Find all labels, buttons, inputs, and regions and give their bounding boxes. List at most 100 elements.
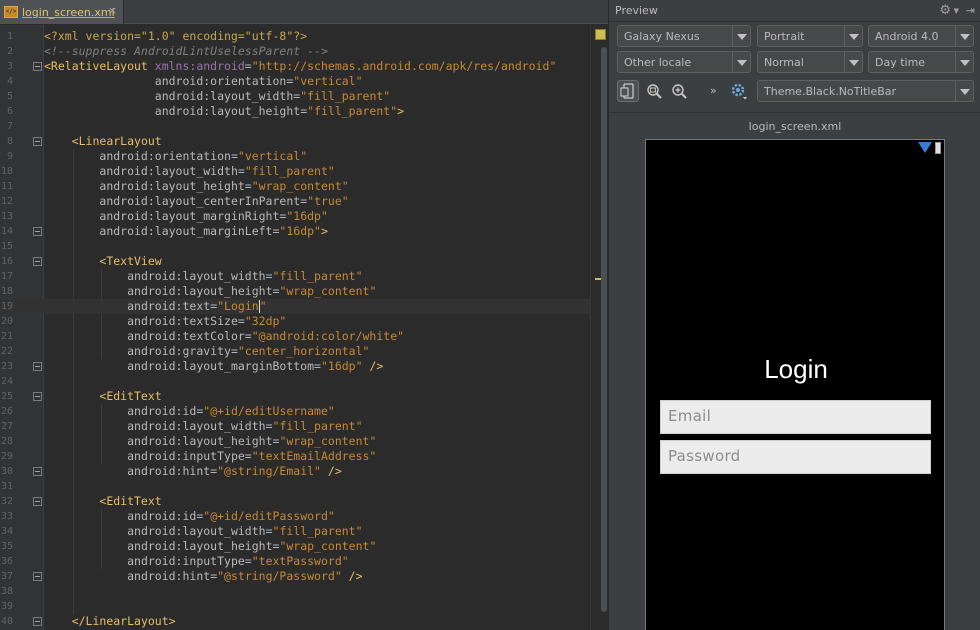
code-line[interactable]: 25 <EditText: [0, 389, 590, 404]
line-number: 25: [0, 391, 13, 402]
code-line[interactable]: 1 <?xml version="1.0" encoding="utf-8"?>: [0, 29, 590, 44]
fold-toggle-icon[interactable]: [33, 257, 42, 266]
code-text: android:layout_width="fill_parent": [44, 164, 334, 179]
code-line[interactable]: 15: [0, 239, 590, 254]
night-mode-select[interactable]: Day time: [868, 51, 974, 73]
fold-toggle-icon[interactable]: [33, 617, 42, 626]
code-line[interactable]: 14 android:layout_marginLeft="16dp">: [0, 224, 590, 239]
code-token: "fill_parent": [272, 524, 363, 538]
code-line[interactable]: 5 android:layout_width="fill_parent": [0, 89, 590, 104]
code-text: android:orientation="vertical": [44, 74, 363, 89]
locale-select[interactable]: Other locale: [617, 51, 751, 73]
code-line[interactable]: 28 android:layout_height="wrap_content": [0, 434, 590, 449]
fold-toggle-icon[interactable]: [33, 467, 42, 476]
code-line[interactable]: 35 android:layout_height="wrap_content": [0, 539, 590, 554]
code-token: "textPassword": [251, 554, 349, 568]
api-level-select[interactable]: Android 4.0: [868, 25, 974, 47]
gear-icon[interactable]: ⚙: [939, 3, 951, 18]
code-line[interactable]: 17 android:layout_width="fill_parent": [0, 269, 590, 284]
password-field[interactable]: Password: [660, 440, 931, 474]
code-editor[interactable]: </> login_screen.xml × 1 <?xml version="1…: [0, 0, 608, 630]
code-token: android:layout_width: [127, 419, 266, 433]
code-line[interactable]: 12 android:layout_centerInParent="true": [0, 194, 590, 209]
code-line[interactable]: 11 android:layout_height="wrap_content": [0, 179, 590, 194]
email-field[interactable]: Email: [660, 400, 931, 434]
code-line[interactable]: 10 android:layout_width="fill_parent": [0, 164, 590, 179]
code-line[interactable]: 4 android:orientation="vertical": [0, 74, 590, 89]
code-area[interactable]: 1 <?xml version="1.0" encoding="utf-8"?> 2…: [0, 25, 590, 630]
code-line[interactable]: 40 </LinearLayout>: [0, 614, 590, 629]
code-token: =: [265, 269, 273, 283]
close-tab-icon[interactable]: ×: [108, 5, 117, 17]
chevron-down-icon: [955, 52, 973, 72]
code-line[interactable]: 37 android:hint="@string/Password" />: [0, 569, 590, 584]
code-line[interactable]: 30 android:hint="@string/Email" />: [0, 464, 590, 479]
render-file-name: login_screen.xml: [748, 120, 842, 133]
code-line[interactable]: 19 android:text="Login": [0, 299, 590, 314]
fold-toggle-icon[interactable]: [33, 62, 42, 71]
code-line[interactable]: 33 android:id="@+id/editPassword": [0, 509, 590, 524]
device-select[interactable]: Galaxy Nexus: [617, 25, 751, 47]
more-actions-icon[interactable]: »: [710, 84, 717, 97]
code-line[interactable]: 31: [0, 479, 590, 494]
hide-panel-icon[interactable]: ⇥: [966, 4, 975, 17]
code-line[interactable]: 22 android:gravity="center_horizontal": [0, 344, 590, 359]
zoom-actual-button[interactable]: [643, 80, 665, 102]
code-line[interactable]: 29 android:inputType="textEmailAddress": [0, 449, 590, 464]
editor-scrollbar[interactable]: [590, 25, 608, 630]
fold-toggle-icon[interactable]: [33, 497, 42, 506]
theme-select[interactable]: Theme.Black.NoTitleBar: [757, 80, 974, 102]
code-line[interactable]: 24: [0, 374, 590, 389]
tab-login-screen-xml[interactable]: </> login_screen.xml ×: [0, 0, 124, 24]
code-token: android:id: [127, 509, 197, 523]
code-line[interactable]: 32 <EditText: [0, 494, 590, 509]
fold-toggle-icon[interactable]: [33, 362, 42, 371]
code-line[interactable]: 39: [0, 599, 590, 614]
battery-icon: [935, 142, 941, 154]
code-line[interactable]: 27 android:layout_width="fill_parent": [0, 419, 590, 434]
code-line[interactable]: 20 android:textSize="32dp": [0, 314, 590, 329]
code-line[interactable]: 38: [0, 584, 590, 599]
orientation-select[interactable]: Portrait: [757, 25, 863, 47]
code-token: android:gravity: [127, 344, 231, 358]
code-line[interactable]: 34 android:layout_width="fill_parent": [0, 524, 590, 539]
code-line[interactable]: 3 <RelativeLayout xmlns:android="http://s…: [0, 59, 590, 74]
code-line[interactable]: 23 android:layout_marginBottom="16dp" />: [0, 359, 590, 374]
device-frame-button[interactable]: [617, 80, 639, 102]
scrollbar-thumb[interactable]: [601, 47, 607, 612]
code-token: android:inputType: [127, 554, 245, 568]
code-line[interactable]: 36 android:inputType="textPassword": [0, 554, 590, 569]
code-line[interactable]: 2 <!--suppress AndroidLintUselessParent -…: [0, 44, 590, 59]
code-token: "wrap_content": [279, 434, 377, 448]
fold-toggle-icon[interactable]: [33, 137, 42, 146]
code-line[interactable]: 9 android:orientation="vertical": [0, 149, 590, 164]
fold-toggle-icon[interactable]: [33, 227, 42, 236]
code-line[interactable]: 26 android:id="@+id/editUsername": [0, 404, 590, 419]
code-token: />: [320, 464, 342, 478]
line-number: 10: [0, 166, 13, 177]
ui-mode-select[interactable]: Normal: [757, 51, 863, 73]
device-screen[interactable]: Login Email Password: [645, 139, 945, 630]
render-settings-button[interactable]: [728, 80, 750, 102]
code-line[interactable]: 13 android:layout_marginRight="16dp": [0, 209, 590, 224]
code-line[interactable]: 21 android:textColor="@android:color/whi…: [0, 329, 590, 344]
code-token: android:layout_width: [154, 89, 294, 103]
code-line[interactable]: 8 <LinearLayout: [0, 134, 590, 149]
fold-toggle-icon[interactable]: [33, 572, 42, 581]
code-line[interactable]: 6 android:layout_height="fill_parent">: [0, 104, 590, 119]
zoom-in-button[interactable]: [668, 80, 690, 102]
code-line[interactable]: 18 android:layout_height="wrap_content": [0, 284, 590, 299]
chevron-down-icon[interactable]: ▼: [954, 7, 959, 15]
code-line[interactable]: 7: [0, 119, 590, 134]
fold-toggle-icon[interactable]: [33, 392, 42, 401]
code-line[interactable]: 16 <TextView: [0, 254, 590, 269]
analysis-status-marker[interactable]: [595, 29, 606, 40]
